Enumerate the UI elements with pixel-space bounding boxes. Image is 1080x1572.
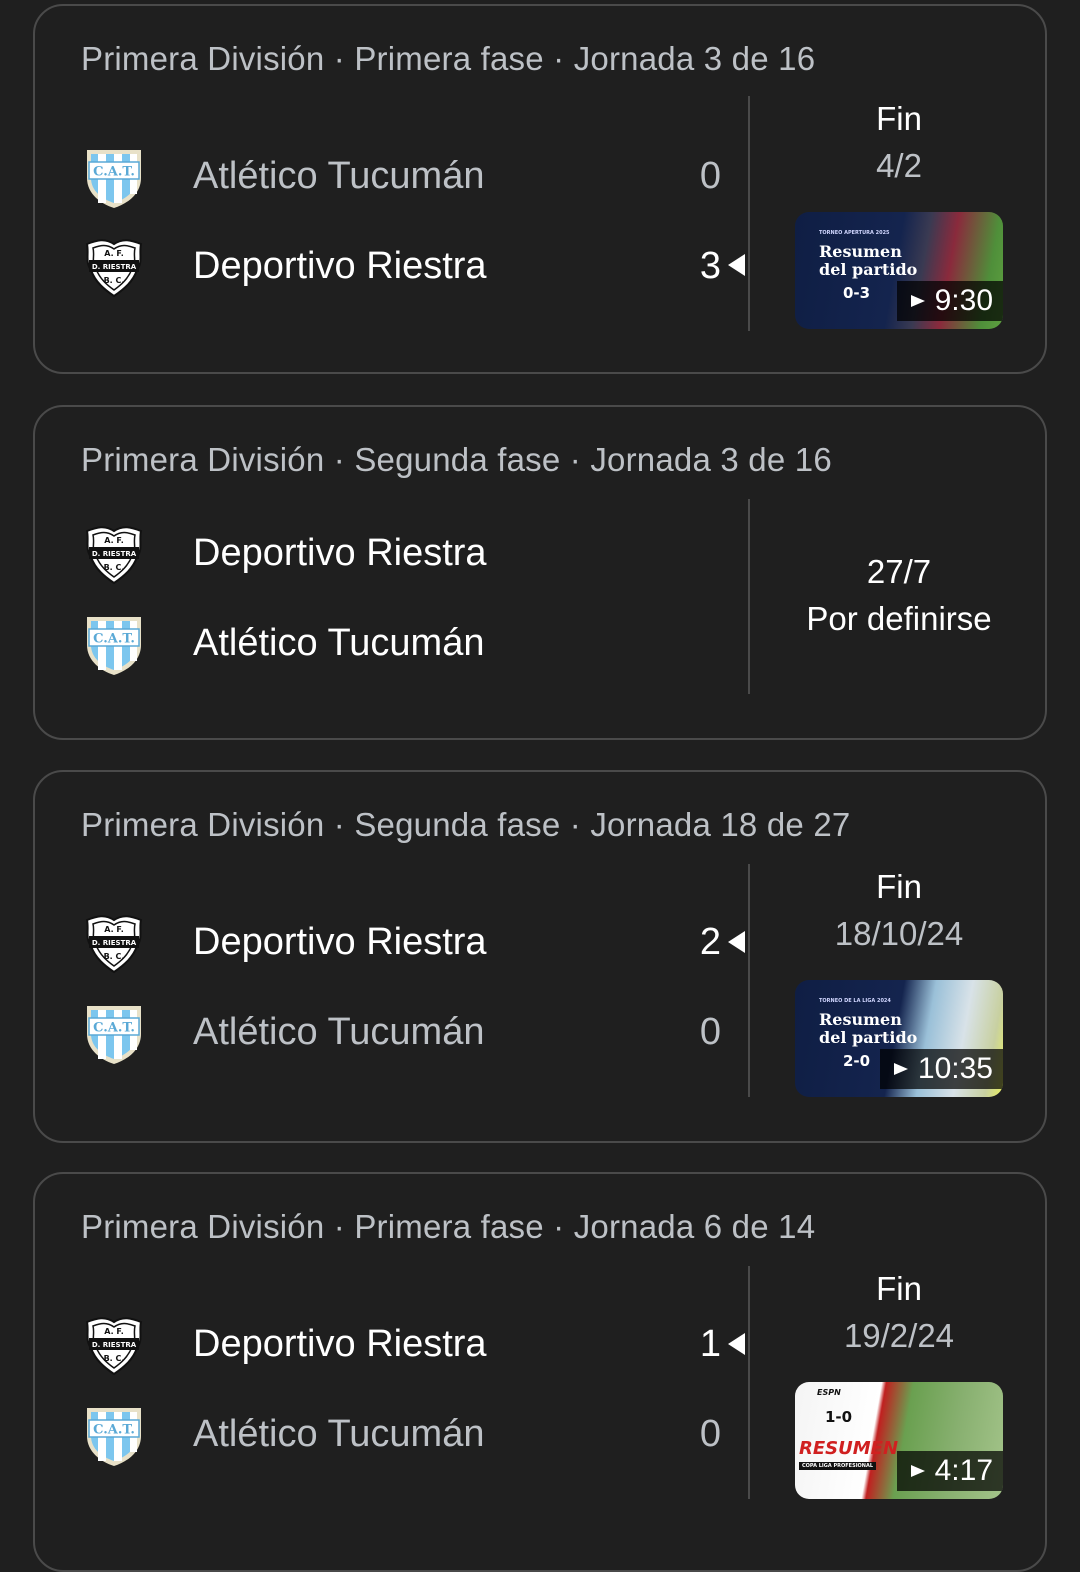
match-status: Fin — [876, 868, 922, 905]
riestra-crest-icon — [81, 521, 147, 587]
team-row-home: Deportivo Riestra — [81, 514, 721, 594]
match-status: Fin — [876, 100, 922, 137]
divider — [748, 499, 750, 694]
cat-crest-icon — [81, 611, 147, 677]
thumbnail-subtitle: del partido — [819, 1028, 918, 1047]
video-duration-badge: 9:30 — [896, 281, 1003, 321]
riestra-crest-icon — [81, 910, 147, 976]
team-row-home: Atlético Tucumán 0 — [81, 137, 721, 217]
divider — [748, 864, 750, 1097]
match-status: Por definirse — [806, 600, 992, 637]
video-duration: 4:17 — [934, 1454, 993, 1487]
thumbnail-title: Resumen — [819, 1010, 902, 1029]
match-card[interactable]: Primera División · Primera fase · Jornad… — [33, 4, 1047, 374]
match-header: Primera División · Segunda fase · Jornad… — [81, 441, 832, 478]
thumbnail-subtitle: COPA LIGA PROFESIONAL — [799, 1462, 877, 1470]
team-name: Atlético Tucumán — [193, 155, 485, 197]
thumbnail-result: 1-0 — [825, 1408, 853, 1426]
divider — [748, 96, 750, 331]
thumbnail-title: RESUMEN — [799, 1438, 899, 1459]
team-score: 0 — [699, 1413, 721, 1455]
team-name: Atlético Tucumán — [193, 1011, 485, 1053]
team-row-away: Atlético Tucumán 0 — [81, 993, 721, 1073]
match-card[interactable]: Primera División · Segunda fase · Jornad… — [33, 770, 1047, 1143]
video-duration-badge: 10:35 — [879, 1049, 1003, 1089]
play-icon — [910, 295, 925, 307]
team-row-away: Deportivo Riestra 3 — [81, 227, 721, 307]
team-name: Atlético Tucumán — [193, 622, 485, 664]
match-status: Fin — [876, 1270, 922, 1307]
video-highlight-thumbnail[interactable]: TORNEO APERTURA 2025 Resumen del partido… — [795, 212, 1003, 329]
riestra-crest-icon — [81, 234, 147, 300]
team-score: 3 — [699, 245, 721, 287]
cat-crest-icon — [81, 1402, 147, 1468]
team-name: Deportivo Riestra — [193, 532, 487, 574]
riestra-crest-icon — [81, 1312, 147, 1378]
team-row-home: Deportivo Riestra 1 — [81, 1305, 721, 1385]
thumbnail-banner: TORNEO APERTURA 2025 — [819, 230, 890, 236]
match-header: Primera División · Primera fase · Jornad… — [81, 1208, 816, 1245]
thumbnail-result: 0-3 — [843, 284, 871, 302]
match-date: 4/2 — [876, 147, 922, 184]
cat-crest-icon — [81, 1000, 147, 1066]
match-card[interactable]: Primera División · Segunda fase · Jornad… — [33, 405, 1047, 740]
winner-arrow-icon — [728, 1333, 745, 1355]
video-highlight-thumbnail[interactable]: ESPN 1-0 RESUMEN COPA LIGA PROFESIONAL 4… — [795, 1382, 1003, 1499]
video-duration-badge: 4:17 — [896, 1451, 1003, 1491]
match-date: 27/7 — [866, 553, 932, 590]
thumbnail-result: 2-0 — [843, 1052, 871, 1070]
team-score: 1 — [699, 1323, 721, 1365]
divider — [748, 1266, 750, 1499]
team-name: Deportivo Riestra — [193, 1323, 487, 1365]
team-name: Atlético Tucumán — [193, 1413, 485, 1455]
match-header: Primera División · Primera fase · Jornad… — [81, 40, 816, 77]
thumbnail-banner: ESPN — [817, 1388, 841, 1397]
team-name: Deportivo Riestra — [193, 921, 487, 963]
video-duration: 10:35 — [917, 1052, 993, 1085]
thumbnail-subtitle: del partido — [819, 260, 918, 279]
match-card[interactable]: Primera División · Primera fase · Jornad… — [33, 1172, 1047, 1572]
video-duration: 9:30 — [934, 284, 993, 317]
match-date: 18/10/24 — [834, 915, 964, 952]
play-icon — [910, 1465, 925, 1477]
match-date: 19/2/24 — [843, 1317, 955, 1354]
team-row-away: Atlético Tucumán — [81, 604, 721, 684]
winner-arrow-icon — [728, 931, 745, 953]
team-row-away: Atlético Tucumán 0 — [81, 1395, 721, 1475]
team-score: 0 — [699, 155, 721, 197]
team-score: 0 — [699, 1011, 721, 1053]
team-row-home: Deportivo Riestra 2 — [81, 903, 721, 983]
video-highlight-thumbnail[interactable]: TORNEO DE LA LIGA 2024 Resumen del parti… — [795, 980, 1003, 1097]
play-icon — [893, 1063, 908, 1075]
cat-crest-icon — [81, 144, 147, 210]
match-header: Primera División · Segunda fase · Jornad… — [81, 806, 851, 843]
team-name: Deportivo Riestra — [193, 245, 487, 287]
thumbnail-title: Resumen — [819, 242, 902, 261]
winner-arrow-icon — [728, 254, 745, 276]
thumbnail-banner: TORNEO DE LA LIGA 2024 — [819, 998, 891, 1004]
team-score: 2 — [699, 921, 721, 963]
